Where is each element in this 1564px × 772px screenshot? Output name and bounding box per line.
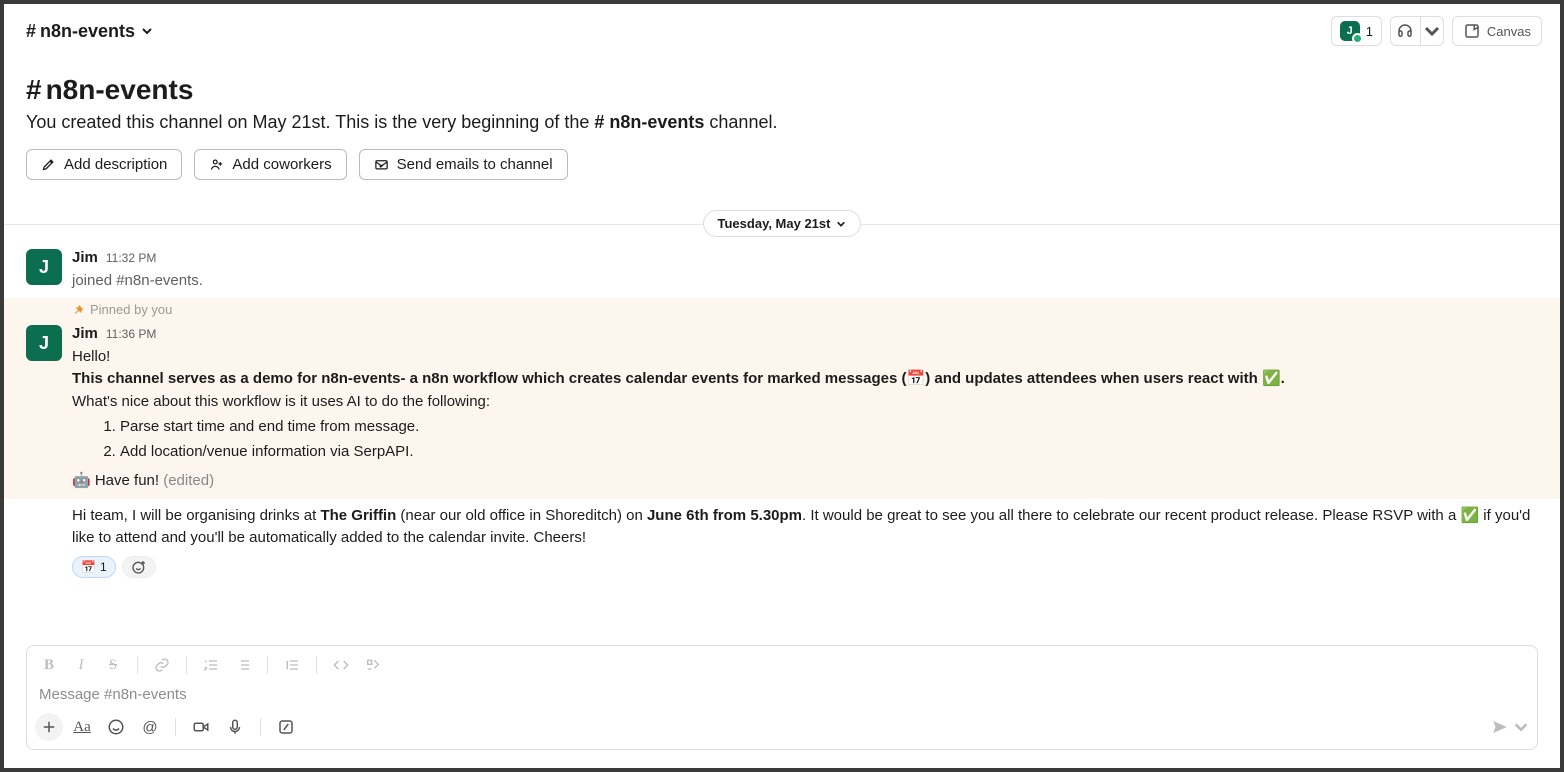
channel-intro-text: You created this channel on May 21st. Th… <box>26 112 1538 133</box>
quote-icon <box>284 657 300 673</box>
message-row: J Jim 11:36 PM Hello! This channel serves… <box>4 319 1560 499</box>
hash-icon: # <box>26 21 36 42</box>
add-reaction-button[interactable] <box>122 556 156 578</box>
codeblock-button[interactable] <box>359 652 387 678</box>
plus-icon <box>40 718 58 736</box>
message-text: Hello! This channel serves as a demo for… <box>72 346 1538 493</box>
reaction-button[interactable]: 📅1 <box>72 556 116 578</box>
hash-icon: # <box>26 74 42 106</box>
send-emails-button[interactable]: Send emails to channel <box>359 149 568 180</box>
member-count: 1 <box>1366 24 1373 39</box>
message-row: Hi team, I will be organising drinks at … <box>4 499 1560 584</box>
list-ol-icon <box>203 657 219 673</box>
person-add-icon <box>209 157 224 172</box>
attach-button[interactable] <box>35 713 63 741</box>
date-divider-button[interactable]: Tuesday, May 21st <box>703 210 862 237</box>
send-button[interactable] <box>1487 713 1513 741</box>
mention-button[interactable]: @ <box>135 713 165 741</box>
mail-check-icon <box>374 157 389 172</box>
date-label: Tuesday, May 21st <box>718 216 831 231</box>
smile-icon <box>107 718 125 736</box>
timestamp: 11:32 PM <box>106 249 156 267</box>
blockquote-button[interactable] <box>278 652 306 678</box>
add-coworkers-button[interactable]: Add coworkers <box>194 149 346 180</box>
avatar[interactable]: J <box>26 325 62 361</box>
strike-button[interactable]: S <box>99 652 127 678</box>
bullet-list-button[interactable] <box>229 652 257 678</box>
canvas-label: Canvas <box>1487 24 1531 39</box>
canvas-button[interactable]: Canvas <box>1452 16 1542 46</box>
link-icon <box>154 657 170 673</box>
pinned-label: Pinned by you <box>4 298 1560 319</box>
audio-button[interactable] <box>220 713 250 741</box>
huddle-button[interactable] <box>1390 16 1420 46</box>
message-row: J Jim 11:32 PM joined #n8n-events. <box>4 241 1560 298</box>
send-options-button[interactable] <box>1513 713 1529 741</box>
message-text: Hi team, I will be organising drinks at … <box>72 505 1538 550</box>
emoji-button[interactable] <box>101 713 131 741</box>
list-item: Parse start time and end time from messa… <box>120 415 1538 440</box>
video-icon <box>192 718 210 736</box>
shortcuts-button[interactable] <box>271 713 301 741</box>
reaction-count: 1 <box>100 558 107 576</box>
canvas-icon <box>1463 22 1481 40</box>
format-toggle-button[interactable]: Aa <box>67 713 97 741</box>
calendar-emoji-icon: 📅 <box>81 558 96 576</box>
author-name[interactable]: Jim <box>72 323 98 346</box>
code-icon <box>333 657 349 673</box>
message-input[interactable]: Message #n8n-events <box>27 684 1537 709</box>
avatar-icon: J <box>1340 21 1360 41</box>
timestamp: 11:36 PM <box>106 325 156 343</box>
link-button[interactable] <box>148 652 176 678</box>
page-title: #n8n-events <box>26 74 1538 106</box>
chevron-down-icon <box>836 219 846 229</box>
code-button[interactable] <box>327 652 355 678</box>
italic-button[interactable]: I <box>67 652 95 678</box>
channel-name-button[interactable]: # n8n-events <box>26 21 153 42</box>
headphones-icon <box>1396 22 1414 40</box>
pin-icon <box>72 304 84 316</box>
pencil-icon <box>41 157 56 172</box>
huddle-menu-button[interactable] <box>1420 16 1444 46</box>
message-composer: B I S Message #n8n-events Aa @ <box>26 645 1538 750</box>
ordered-list-button[interactable] <box>197 652 225 678</box>
list-item: Add location/venue information via SerpA… <box>120 440 1538 465</box>
message-text: joined #n8n-events. <box>72 270 1538 293</box>
chevron-down-icon <box>1513 718 1529 736</box>
members-button[interactable]: J 1 <box>1331 16 1382 46</box>
chevron-down-icon <box>141 25 153 37</box>
slash-box-icon <box>277 718 295 736</box>
video-button[interactable] <box>186 713 216 741</box>
mic-icon <box>226 718 244 736</box>
add-emoji-icon <box>131 559 147 575</box>
author-name[interactable]: Jim <box>72 247 98 270</box>
list-ul-icon <box>235 657 251 673</box>
send-icon <box>1491 718 1509 736</box>
channel-name: n8n-events <box>40 21 135 42</box>
bold-button[interactable]: B <box>35 652 63 678</box>
avatar[interactable]: J <box>26 249 62 285</box>
codeblock-icon <box>365 657 381 673</box>
chevron-down-icon <box>1423 22 1441 40</box>
add-description-button[interactable]: Add description <box>26 149 182 180</box>
